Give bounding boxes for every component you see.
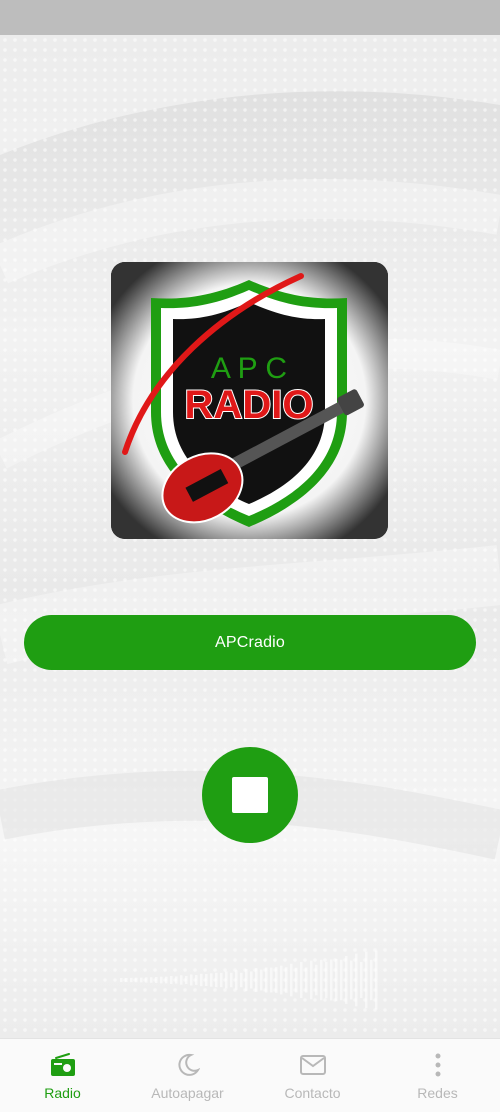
visualizer-bar — [185, 975, 188, 985]
visualizer-bar — [240, 972, 243, 988]
visualizer-bar — [140, 977, 143, 983]
visualizer-bar — [215, 972, 218, 988]
visualizer-bar — [295, 967, 298, 993]
nav-item-redes[interactable]: Redes — [375, 1039, 500, 1112]
nav-label-autoapagar: Autoapagar — [151, 1085, 224, 1101]
visualizer-bar — [165, 976, 168, 984]
visualizer-bar — [315, 964, 318, 996]
visualizer-bar — [155, 977, 158, 983]
visualizer-bar — [305, 967, 308, 993]
visualizer-bar — [235, 970, 238, 990]
visualizer-bar — [280, 965, 283, 995]
visualizer-bar — [130, 977, 133, 983]
visualizer-bar — [260, 969, 263, 991]
moon-icon — [174, 1051, 202, 1079]
nav-label-radio: Radio — [44, 1085, 81, 1101]
visualizer-bar — [370, 959, 373, 1001]
logo-letters: A P C — [211, 352, 287, 385]
visualizer-bar — [330, 959, 333, 1001]
stop-icon — [232, 777, 268, 813]
visualizer-bar — [320, 959, 323, 1001]
nav-item-contacto[interactable]: Contacto — [250, 1039, 375, 1112]
visualizer-bar — [345, 956, 348, 1004]
visualizer-bar — [360, 961, 363, 999]
visualizer-bar — [120, 978, 123, 982]
visualizer-bar — [195, 975, 198, 985]
radio-icon — [49, 1051, 77, 1079]
nav-label-contacto: Contacto — [284, 1085, 341, 1101]
visualizer-bar — [290, 963, 293, 997]
nav-item-autoapagar[interactable]: Autoapagar — [125, 1039, 250, 1112]
visualizer-bar — [150, 977, 153, 983]
status-bar — [0, 0, 500, 35]
visualizer-bar — [335, 958, 338, 1002]
visualizer-bar — [200, 973, 203, 987]
visualizer-bar — [285, 967, 288, 993]
visualizer-bar — [340, 959, 343, 1001]
visualizer-bar — [245, 969, 248, 991]
visualizer-bar — [250, 971, 253, 989]
visualizer-bar — [275, 967, 278, 993]
stop-button[interactable] — [202, 747, 298, 843]
visualizer-bar — [325, 961, 328, 999]
visualizer-bar — [355, 953, 358, 1007]
visualizer-bar — [180, 975, 183, 985]
visualizer-bar — [230, 972, 233, 988]
visualizer-bar — [220, 972, 223, 988]
visualizer-bar — [225, 971, 228, 989]
visualizer-bar — [265, 967, 268, 993]
logo-word: RADIO — [185, 383, 314, 427]
audio-visualizer — [120, 945, 380, 1015]
visualizer-bar — [190, 974, 193, 986]
visualizer-bar — [145, 977, 148, 983]
visualizer-bar — [255, 968, 258, 992]
visualizer-bar — [175, 976, 178, 984]
station-name: APCradio — [214, 633, 286, 651]
nav-item-radio[interactable]: Radio — [0, 1039, 125, 1112]
visualizer-bar — [125, 977, 128, 983]
visualizer-bar — [365, 951, 368, 1009]
visualizer-bar — [270, 967, 273, 993]
visualizer-bar — [135, 977, 138, 983]
more-vertical-icon — [424, 1051, 452, 1079]
visualizer-bar — [350, 960, 353, 1000]
visualizer-bar — [310, 960, 313, 1000]
visualizer-bar — [375, 950, 378, 1010]
visualizer-bar — [205, 973, 208, 987]
mail-icon — [299, 1051, 327, 1079]
visualizer-bar — [160, 976, 163, 984]
visualizer-bar — [170, 975, 173, 985]
nav-label-redes: Redes — [417, 1085, 458, 1101]
visualizer-bar — [300, 961, 303, 999]
bottom-navigation: Radio Autoapagar Contacto Redes — [0, 1038, 500, 1112]
station-name-bar: APCradio — [24, 615, 476, 670]
station-logo: A P C RADIO — [111, 262, 388, 539]
visualizer-bar — [210, 973, 213, 987]
